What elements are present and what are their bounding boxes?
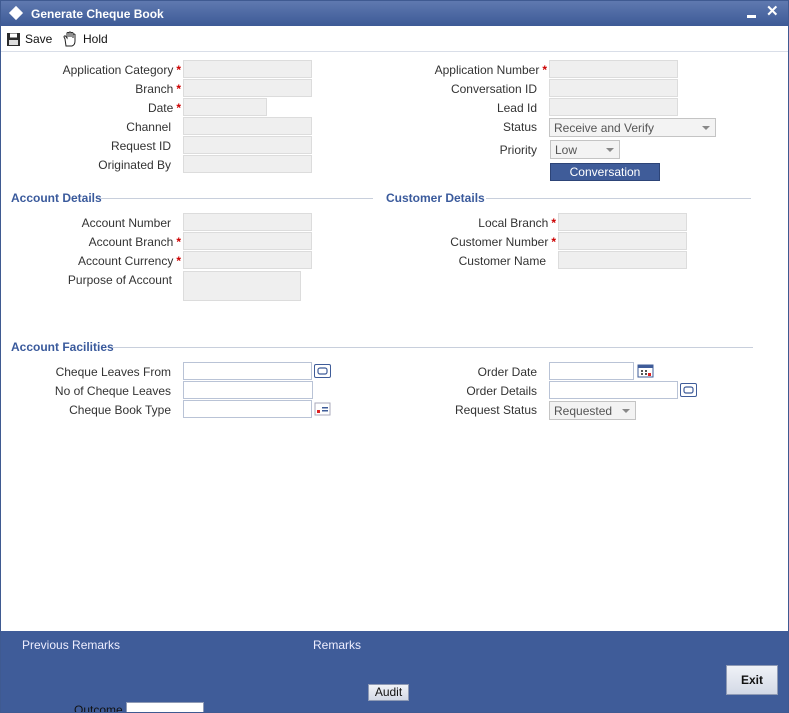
hold-label: Hold: [83, 32, 108, 46]
save-label: Save: [25, 32, 53, 46]
footer-bar: Previous Remarks Remarks Exit Audit Outc…: [1, 631, 788, 713]
outcome-label: Outcome: [74, 703, 123, 713]
originated-by-label: Originated By: [98, 158, 171, 172]
chevron-down-icon: [622, 409, 630, 413]
date-label: Date *: [147, 101, 181, 115]
channel-label: Channel: [126, 120, 171, 134]
cheque-book-type-field[interactable]: [183, 400, 312, 418]
outcome-select[interactable]: [126, 702, 204, 712]
request-id-label: Request ID: [110, 139, 171, 153]
customer-name-field[interactable]: [558, 251, 687, 269]
chevron-down-icon: [702, 126, 710, 130]
application-number-label: Application Number *: [434, 63, 547, 77]
account-number-field[interactable]: [183, 213, 312, 231]
order-details-label: Order Details: [466, 384, 537, 398]
close-icon[interactable]: ✕: [766, 3, 779, 21]
customer-number-field[interactable]: [558, 232, 687, 250]
request-status-label: Request Status: [454, 403, 537, 417]
cheque-leaves-from-field[interactable]: [183, 362, 312, 380]
local-branch-label: Local Branch *: [478, 216, 556, 230]
lead-id-label: Lead Id: [496, 101, 537, 115]
branch-field[interactable]: [183, 79, 312, 97]
hold-button[interactable]: Hold: [62, 30, 108, 48]
title-bar: Generate Cheque Book ✕: [1, 1, 788, 26]
cheque-leaves-from-label: Cheque Leaves From: [55, 365, 171, 379]
customer-number-label: Customer Number *: [450, 235, 556, 249]
audit-button[interactable]: Audit: [368, 684, 409, 701]
divider: [101, 198, 373, 199]
remarks-label: Remarks: [313, 638, 362, 652]
order-date-field[interactable]: [549, 362, 634, 380]
date-field[interactable]: [183, 98, 267, 116]
chevron-down-icon: [606, 148, 614, 152]
exit-button[interactable]: Exit: [726, 665, 778, 695]
cheque-book-type-label: Cheque Book Type: [69, 403, 171, 417]
branch-label: Branch *: [135, 82, 181, 96]
account-currency-label: Account Currency *: [77, 254, 181, 268]
window-title: Generate Cheque Book: [31, 7, 164, 21]
account-currency-field[interactable]: [183, 251, 312, 269]
generate-cheque-book-window: Generate Cheque Book ✕ Save Hold Applica…: [0, 0, 789, 713]
local-branch-field[interactable]: [558, 213, 687, 231]
status-select[interactable]: Receive and Verify: [549, 118, 716, 137]
order-details-field[interactable]: [549, 381, 678, 399]
account-details-heading: Account Details: [11, 191, 102, 205]
purpose-of-account-label: Purpose of Account: [67, 273, 172, 287]
lov-icon[interactable]: [314, 364, 331, 378]
request-id-field[interactable]: [183, 136, 312, 154]
originated-by-field[interactable]: [183, 155, 312, 173]
conversation-id-field[interactable]: [549, 79, 678, 97]
conversation-id-label: Conversation ID: [450, 82, 537, 96]
priority-select[interactable]: Low: [550, 140, 620, 159]
request-status-value: Requested: [554, 404, 613, 418]
window-diamond-icon: [8, 5, 24, 21]
toolbar: Save Hold: [1, 26, 788, 52]
account-number-label: Account Number: [81, 216, 171, 230]
customer-details-heading: Customer Details: [386, 191, 485, 205]
lov-icon[interactable]: [680, 383, 697, 397]
request-status-select[interactable]: Requested: [549, 401, 636, 420]
hand-icon: [63, 31, 76, 47]
no-of-cheque-leaves-label: No of Cheque Leaves: [54, 384, 171, 398]
priority-label: Priority: [499, 143, 537, 157]
divider: [113, 347, 753, 348]
channel-field[interactable]: [183, 117, 312, 135]
application-number-field[interactable]: [549, 60, 678, 78]
save-button[interactable]: Save: [6, 30, 52, 48]
divider: [486, 198, 751, 199]
application-category-field[interactable]: [183, 60, 312, 78]
save-icon: [7, 32, 20, 46]
calendar-icon[interactable]: [637, 364, 654, 378]
no-of-cheque-leaves-field[interactable]: [183, 381, 313, 399]
option-list-icon[interactable]: [314, 402, 331, 416]
customer-name-label: Customer Name: [458, 254, 546, 268]
lead-id-field[interactable]: [549, 98, 678, 116]
conversation-button[interactable]: Conversation: [550, 163, 660, 181]
account-branch-label: Account Branch *: [88, 235, 181, 249]
application-category-label: Application Category *: [62, 63, 181, 77]
status-value: Receive and Verify: [554, 121, 655, 135]
account-facilities-heading: Account Facilities: [11, 340, 114, 354]
priority-value: Low: [555, 143, 578, 157]
previous-remarks-label: Previous Remarks: [22, 638, 121, 652]
status-label: Status: [502, 120, 537, 134]
account-branch-field[interactable]: [183, 232, 312, 250]
minimize-icon[interactable]: [747, 15, 756, 18]
order-date-label: Order Date: [477, 365, 537, 379]
purpose-of-account-field[interactable]: [183, 271, 301, 301]
